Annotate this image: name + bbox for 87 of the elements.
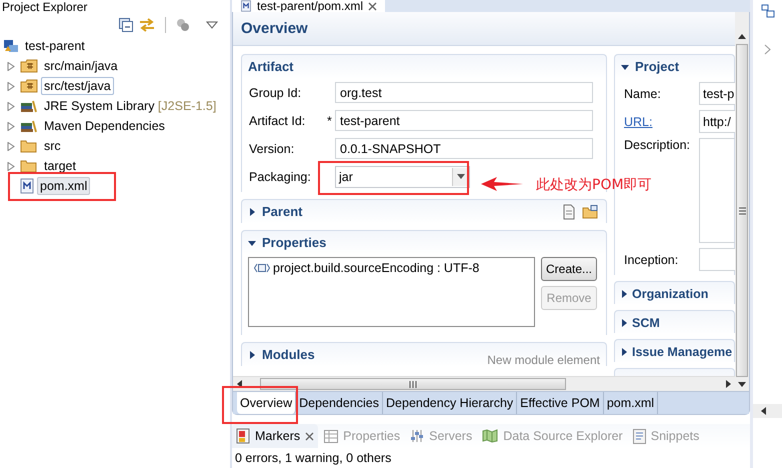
section-title[interactable]: Modules (262, 347, 315, 362)
collapse-arrow-icon[interactable] (621, 62, 629, 70)
editor-tab-title: test-parent/pom.xml (257, 0, 364, 12)
folder-icon (20, 139, 38, 153)
restore-icon[interactable] (760, 4, 774, 18)
field-label: Version: (249, 142, 296, 156)
expand-arrow-icon[interactable] (248, 208, 256, 216)
section-title[interactable]: Parent (262, 204, 302, 219)
field-label: Description: (624, 138, 691, 152)
package-folder-icon (20, 79, 38, 93)
tree-item[interactable]: test-parent (22, 37, 88, 55)
vertical-scrollbar[interactable] (735, 12, 749, 391)
maven-file-icon (20, 178, 34, 194)
annotation-text: 此处改为POM即可 (536, 176, 652, 194)
tree-item[interactable]: pom.xml (37, 177, 90, 195)
section-title[interactable]: Organization (632, 286, 708, 300)
horizontal-scrollbar[interactable] (233, 376, 735, 391)
collapse-all-icon[interactable] (119, 18, 133, 32)
section-title[interactable]: Project (635, 59, 680, 74)
required-marker: * (327, 114, 332, 128)
books-icon (20, 119, 38, 133)
section-title[interactable]: Properties (262, 235, 326, 250)
view-menu-icon[interactable] (206, 21, 218, 29)
collapse-arrow-icon[interactable] (248, 238, 256, 246)
snippet-icon (632, 428, 646, 444)
scroll-up-icon[interactable] (738, 34, 746, 39)
section-title[interactable]: SCM (632, 316, 660, 330)
page-tab[interactable]: pom.xml (604, 392, 658, 414)
package-folder-icon (20, 59, 38, 73)
expand-arrow-icon[interactable] (620, 290, 628, 298)
document-icon[interactable] (562, 204, 576, 220)
project-icon (3, 38, 19, 54)
close-icon[interactable] (305, 432, 314, 440)
create-button[interactable]: Create... (541, 257, 597, 281)
chevron-right-icon[interactable] (764, 44, 771, 55)
page-tab[interactable]: Effective POM (517, 392, 604, 414)
scroll-right-icon[interactable] (726, 380, 731, 388)
page-tab[interactable]: Dependencies (296, 392, 384, 414)
markers-icon (236, 428, 250, 444)
tree-item[interactable]: src/test/java (41, 77, 114, 95)
editor-tab[interactable]: test-parent/pom.xml (232, 0, 386, 12)
field-label: Artifact Id: (249, 114, 306, 128)
input-field[interactable]: test-parent (335, 110, 593, 131)
expand-arrow-icon[interactable] (620, 318, 628, 326)
status-text: 0 errors, 1 warning, 0 others (234, 450, 392, 467)
grip-icon (409, 380, 417, 388)
tree-item[interactable]: src/main/java (41, 57, 121, 75)
section-title[interactable]: Issue Manageme (632, 344, 732, 358)
packaging-dropdown[interactable]: jar (335, 166, 470, 188)
sliders-icon (410, 429, 424, 443)
books-icon (20, 99, 38, 113)
scroll-left-icon[interactable] (237, 380, 242, 388)
page-tab[interactable]: Dependency Hierarchy (383, 392, 518, 414)
close-icon[interactable] (368, 2, 378, 10)
page-tab[interactable]: Overview (237, 392, 296, 414)
view-tab[interactable]: Markers (232, 424, 318, 448)
tree-item[interactable]: JRE System Library [J2SE-1.5] (41, 97, 220, 115)
folder-icon (20, 159, 38, 173)
property-icon (254, 263, 270, 273)
field-label: Group Id: (249, 86, 302, 100)
scroll-down-icon[interactable] (738, 382, 746, 387)
field-label: Inception: (624, 252, 680, 266)
tree-item[interactable]: Maven Dependencies (41, 117, 168, 135)
dropdown-arrow-icon (457, 174, 465, 179)
tree-item[interactable]: target (41, 157, 79, 175)
input-field[interactable]: test-p (699, 82, 735, 105)
page-title: Overview (241, 20, 308, 37)
input-field[interactable]: http:/ (699, 110, 735, 133)
table-icon (324, 430, 338, 442)
maven-file-icon (240, 0, 252, 12)
section-title: Artifact (248, 59, 294, 74)
input-field[interactable]: 0.0.1-SNAPSHOT (335, 138, 593, 159)
field-label: Packaging: (249, 170, 312, 184)
grip-icon (738, 206, 746, 214)
gears-icon[interactable] (176, 18, 190, 32)
url-link[interactable]: URL: (624, 114, 699, 128)
expand-arrow-icon[interactable] (620, 348, 628, 356)
input-field[interactable]: org.test (335, 82, 593, 103)
expand-arrow-icon[interactable] (248, 350, 256, 358)
scrollbar-stub[interactable] (753, 404, 782, 418)
tree-item[interactable]: src (41, 137, 64, 155)
map-icon (482, 429, 498, 443)
view-title[interactable]: Project Explorer (2, 1, 88, 14)
field-label: Name: (624, 86, 662, 100)
scroll-left-icon[interactable] (761, 407, 766, 415)
list-item[interactable]: project.build.sourceEncoding : UTF-8 (273, 261, 480, 275)
open-folder-icon[interactable] (582, 204, 600, 218)
